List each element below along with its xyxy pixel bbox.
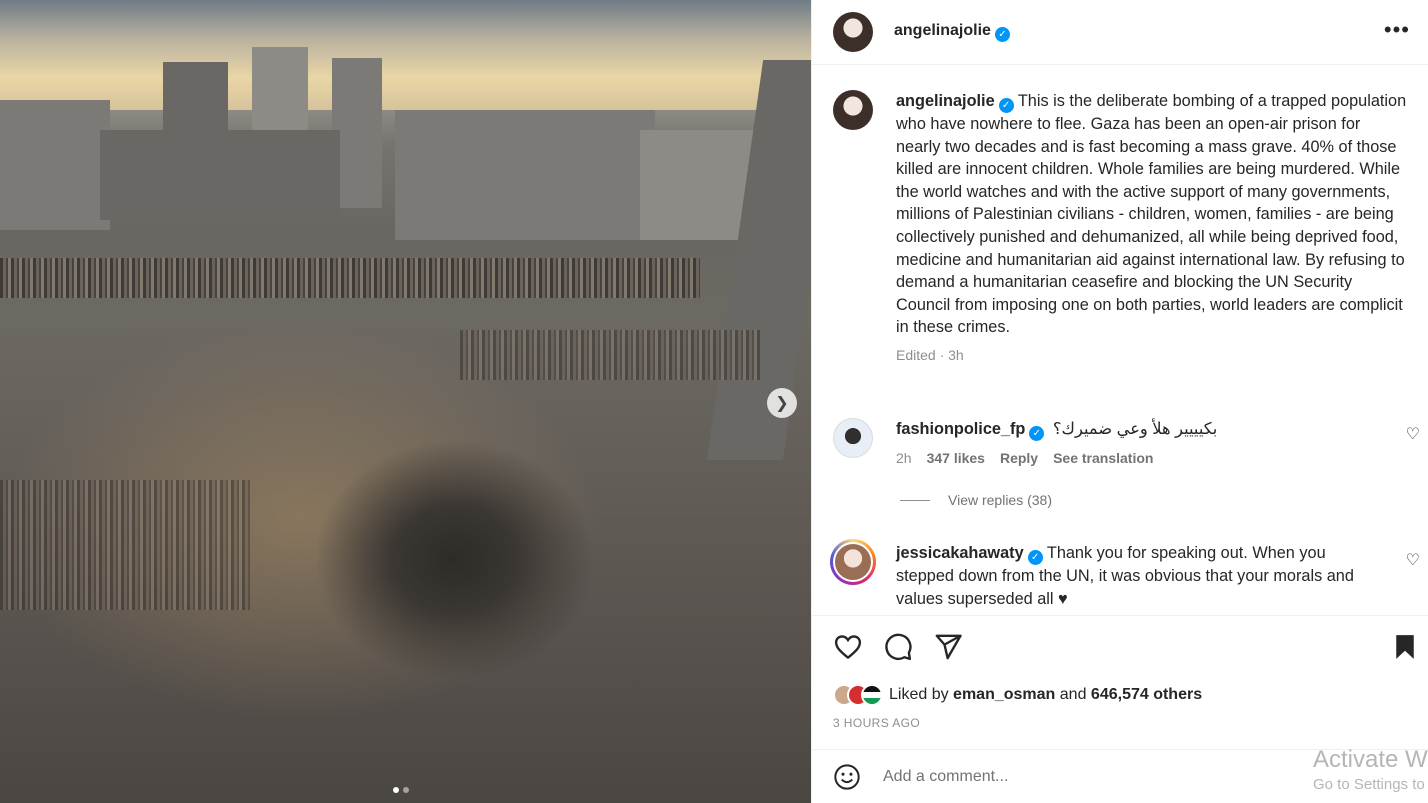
image-crowd	[0, 480, 250, 610]
post-image[interactable]: ❯	[0, 0, 811, 803]
emoji-icon[interactable]	[833, 763, 861, 791]
comment-body: jessicakahawaty ✓ Thank you for speaking …	[896, 542, 1428, 610]
windows-activation-watermark: Activate Windows Go to Settings to activ…	[1313, 745, 1428, 795]
comment-username[interactable]: fashionpolice_fp	[896, 420, 1025, 438]
liker-avatars	[833, 684, 883, 706]
comment-icon[interactable]	[883, 632, 913, 662]
caption-body: angelinajolie ✓ This is the deliberate bo…	[896, 90, 1428, 339]
image-building	[395, 110, 655, 240]
post-side-panel: angelinajolie ✓ ••• angelinajolie ✓ This i…	[811, 0, 1428, 803]
author-username[interactable]: angelinajolie ✓	[894, 22, 1010, 42]
liked-by-label: Liked by	[889, 686, 949, 703]
view-replies-button[interactable]: View replies (38)	[900, 492, 1052, 508]
liked-by-user[interactable]: eman_osman	[953, 686, 1055, 704]
caption-meta: Edited · 3h	[896, 347, 1428, 363]
comment-avatar[interactable]	[833, 542, 873, 582]
comment: jessicakahawaty ✓ Thank you for speaking …	[830, 539, 1428, 610]
verified-icon: ✓	[1029, 426, 1045, 441]
next-image-button[interactable]: ❯	[767, 388, 797, 418]
see-translation-button[interactable]: See translation	[1053, 450, 1153, 466]
comment-like-heart-icon[interactable]: ♡	[1406, 424, 1420, 444]
carousel-dot	[403, 787, 409, 793]
verified-icon: ✓	[998, 98, 1014, 113]
caption-username[interactable]: angelinajolie	[896, 92, 995, 110]
comment-meta: 2h 347 likes Reply See translation	[896, 450, 1428, 466]
comment-likes[interactable]: 347 likes	[927, 450, 985, 466]
action-bar	[812, 615, 1428, 680]
image-sky	[0, 0, 811, 110]
add-comment-input[interactable]	[883, 767, 1283, 786]
watermark-title: Activate Windows	[1313, 746, 1428, 773]
comment-text: بكيييير هلأ وعي ضميرك؟	[1052, 420, 1218, 438]
image-building	[100, 130, 340, 220]
comment-like-heart-icon[interactable]: ♡	[1406, 550, 1420, 570]
liker-avatar[interactable]	[861, 684, 883, 706]
liked-by-joiner: and	[1059, 686, 1087, 703]
view-replies-text[interactable]: View replies (38)	[948, 492, 1052, 508]
author-avatar[interactable]	[833, 12, 873, 52]
image-building	[0, 100, 110, 230]
carousel-dot	[393, 787, 399, 793]
comment-time[interactable]: 2h	[896, 450, 912, 466]
image-crowd	[0, 258, 700, 298]
more-horizontal-icon[interactable]: •••	[1384, 19, 1410, 41]
likes-others-count[interactable]: 646,574 others	[1091, 686, 1202, 704]
image-crowd	[460, 330, 760, 380]
carousel-dots	[393, 787, 409, 793]
author-username-text[interactable]: angelinajolie	[894, 22, 991, 39]
heart-icon[interactable]	[833, 632, 863, 662]
comment-username[interactable]: jessicakahawaty	[896, 544, 1024, 562]
caption-meta-text: Edited · 3h	[896, 346, 964, 363]
verified-icon: ✓	[994, 27, 1010, 42]
bookmark-icon[interactable]	[1390, 632, 1420, 662]
caption-avatar[interactable]	[833, 90, 873, 130]
watermark-subtitle: Go to Settings to activate Windows.	[1313, 776, 1428, 793]
send-icon[interactable]	[933, 632, 963, 662]
reply-button[interactable]: Reply	[1000, 450, 1038, 466]
comments-list: angelinajolie ✓ This is the deliberate bo…	[812, 66, 1428, 614]
verified-icon: ✓	[1027, 550, 1043, 565]
post-timestamp[interactable]: 3 HOURS AGO	[833, 716, 920, 730]
comment-body: fashionpolice_fp ✓ بكيييير هلأ وعي ضميرك؟	[896, 418, 1428, 441]
post-header: angelinajolie ✓ •••	[812, 0, 1428, 65]
caption: angelinajolie ✓ This is the deliberate bo…	[833, 90, 1428, 363]
likes-summary: Liked by eman_osman and 646,574 others	[833, 684, 1202, 706]
comment-avatar[interactable]	[833, 418, 873, 458]
story-ring[interactable]	[830, 539, 876, 585]
comment: fashionpolice_fp ✓ بكيييير هلأ وعي ضميرك؟…	[833, 418, 1428, 466]
caption-text: This is the deliberate bombing of a trap…	[896, 92, 1407, 337]
view-replies-line	[900, 499, 930, 501]
